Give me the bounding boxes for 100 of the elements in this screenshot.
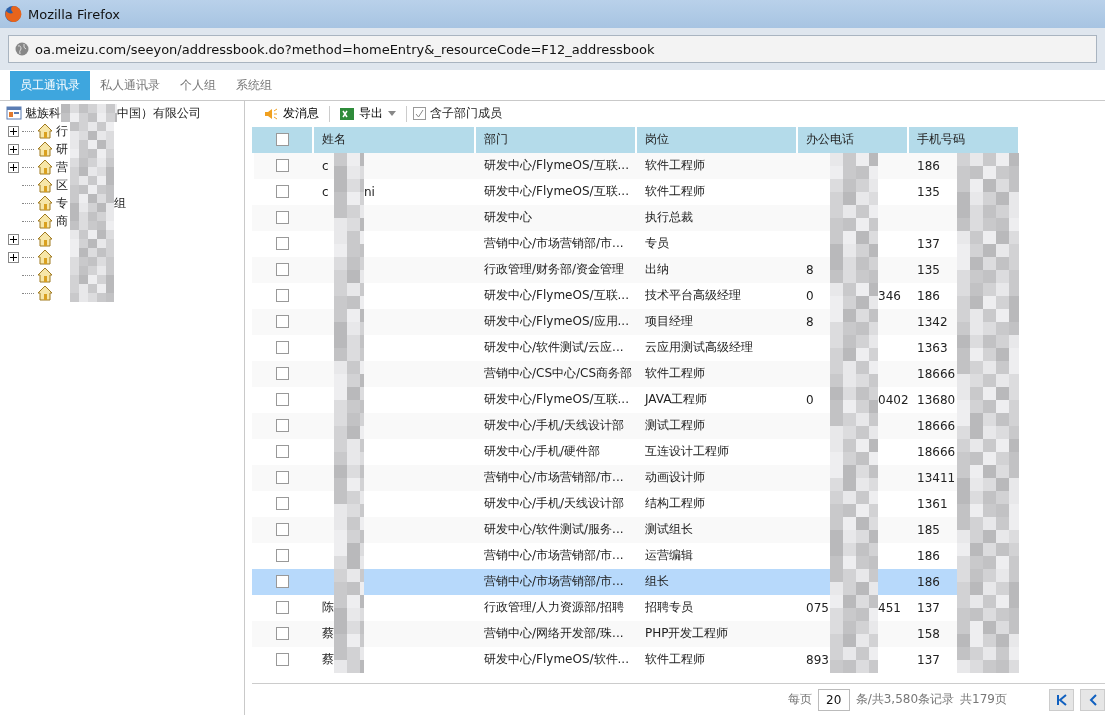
row-checkbox[interactable] — [275, 341, 289, 355]
table-cell: 结构工程师 — [645, 495, 705, 513]
table-cell: 行政管理/财务部/资金管理 — [484, 261, 625, 279]
table-cell: 蔡 — [322, 625, 334, 643]
table-cell: 18666 — [917, 366, 957, 381]
row-checkbox[interactable] — [275, 393, 289, 407]
table-cell: 营销中心/CS中心/CS商务部 — [484, 365, 633, 383]
table-cell: 招聘专员 — [645, 599, 693, 617]
table-cell: 075 — [806, 600, 830, 615]
first-page-button[interactable] — [1049, 688, 1074, 711]
record-count: 条/共3,580条记录 — [855, 691, 955, 709]
table-cell-text: 135 — [917, 184, 941, 199]
row-checkbox[interactable] — [275, 237, 289, 251]
row-checkbox[interactable] — [275, 211, 289, 225]
tree-item-text: 中国）有限公司 — [117, 104, 201, 122]
expand-icon[interactable] — [8, 233, 19, 245]
per-page-label: 每页 — [787, 691, 812, 709]
table-cell: 18666 — [917, 418, 957, 433]
checkbox-label: 含子部门成员 — [430, 105, 502, 123]
pixelated-redaction — [334, 334, 364, 361]
row-checkbox[interactable] — [275, 263, 289, 277]
pixelated-redaction — [70, 230, 114, 248]
pixelated-redaction — [830, 282, 878, 309]
expand-icon[interactable] — [8, 143, 19, 155]
table-cell: 18666 — [917, 444, 957, 459]
table-cell: 营销中心/网络开发部/珠... — [484, 625, 624, 643]
table-cell: 研发中心/软件测试/云应... — [484, 339, 624, 357]
previous-page-button[interactable] — [1080, 688, 1105, 711]
row-checkbox[interactable] — [275, 471, 289, 485]
checkbox[interactable] — [413, 107, 426, 121]
tree-item[interactable]: 专 — [56, 194, 70, 212]
row-checkbox[interactable] — [275, 367, 289, 381]
pixelated-redaction — [957, 568, 1019, 595]
pixelated-redaction — [334, 490, 364, 517]
row-checkbox[interactable] — [275, 419, 289, 433]
pixelated-redaction — [334, 178, 364, 205]
table-cell-text: 186 — [917, 548, 941, 563]
table-cell-text: 1361 — [917, 496, 949, 511]
table-cell-text: 1363 — [917, 340, 949, 355]
table-cell-text: 0 — [806, 392, 815, 407]
table-cell: PHP开发工程师 — [645, 625, 729, 643]
table-cell: 软件工程师 — [645, 157, 705, 175]
row-checkbox[interactable] — [275, 315, 289, 329]
pixelated-redaction — [70, 140, 114, 158]
table-cell-text: c — [322, 184, 330, 199]
per-page-field[interactable]: 20 — [817, 688, 850, 711]
pixelated-redaction — [334, 282, 364, 309]
row-checkbox[interactable] — [275, 601, 289, 615]
table-cell: 技术平台高级经理 — [645, 287, 741, 305]
row-checkbox[interactable] — [275, 653, 289, 667]
pixelated-redaction — [70, 194, 114, 212]
tree-item[interactable]: 商 — [56, 212, 70, 230]
export-button[interactable]: 导出 — [336, 103, 400, 125]
expand-icon[interactable] — [8, 251, 19, 263]
table-cell: 蔡 — [322, 651, 334, 669]
row-checkbox[interactable] — [275, 523, 289, 537]
tab[interactable]: 私人通讯录 — [90, 71, 170, 100]
row-checkbox[interactable] — [275, 627, 289, 641]
globe-icon — [15, 42, 29, 56]
table-cell: 13411 — [917, 470, 957, 485]
table-cell: 软件工程师 — [645, 183, 705, 201]
table-cell: 组长 — [645, 573, 669, 591]
tree-item[interactable]: 魅族科 — [25, 104, 61, 122]
expand-icon[interactable] — [8, 161, 19, 173]
tree-item[interactable]: 行 — [56, 122, 70, 140]
tree-item[interactable]: 研 — [56, 140, 70, 158]
row-checkbox[interactable] — [275, 445, 289, 459]
row-checkbox[interactable] — [275, 159, 289, 173]
pixelated-redaction — [830, 412, 878, 439]
pixelated-redaction — [830, 230, 878, 257]
row-checkbox[interactable] — [275, 549, 289, 563]
first-page-icon — [1056, 693, 1067, 706]
table-cell: 测试工程师 — [645, 417, 705, 435]
row-checkbox[interactable] — [275, 575, 289, 589]
house-icon — [37, 177, 53, 193]
send-message-button[interactable]: 发消息 — [260, 103, 323, 125]
tab[interactable]: 个人组 — [170, 71, 226, 100]
pixelated-redaction — [70, 266, 114, 284]
table-cell-text: 346 — [878, 288, 902, 303]
tree-item[interactable]: 营 — [56, 158, 70, 176]
pixelated-redaction — [334, 542, 364, 569]
house-icon — [37, 213, 53, 229]
pixelated-redaction — [334, 594, 364, 621]
house-icon — [37, 249, 53, 265]
address-bar[interactable]: oa.meizu.com/seeyon/addressbook.do?method=homeEntry&_resourceCode=F12_addressbook — [8, 35, 1097, 63]
pixelated-redaction — [957, 386, 1019, 413]
house-icon — [37, 267, 53, 283]
table-cell: 出纳 — [645, 261, 669, 279]
table-cell-text: 0 — [806, 288, 815, 303]
expand-icon[interactable] — [8, 125, 19, 137]
tab[interactable]: 系统组 — [226, 71, 282, 100]
pixelated-redaction — [70, 248, 114, 266]
select-all-checkbox[interactable] — [275, 133, 289, 147]
table-cell: 动画设计师 — [645, 469, 705, 487]
row-checkbox[interactable] — [275, 497, 289, 511]
row-checkbox[interactable] — [275, 185, 289, 199]
pixelated-redaction — [70, 176, 114, 194]
row-checkbox[interactable] — [275, 289, 289, 303]
pixelated-redaction — [830, 594, 878, 621]
tree-item[interactable]: 区 — [56, 176, 70, 194]
